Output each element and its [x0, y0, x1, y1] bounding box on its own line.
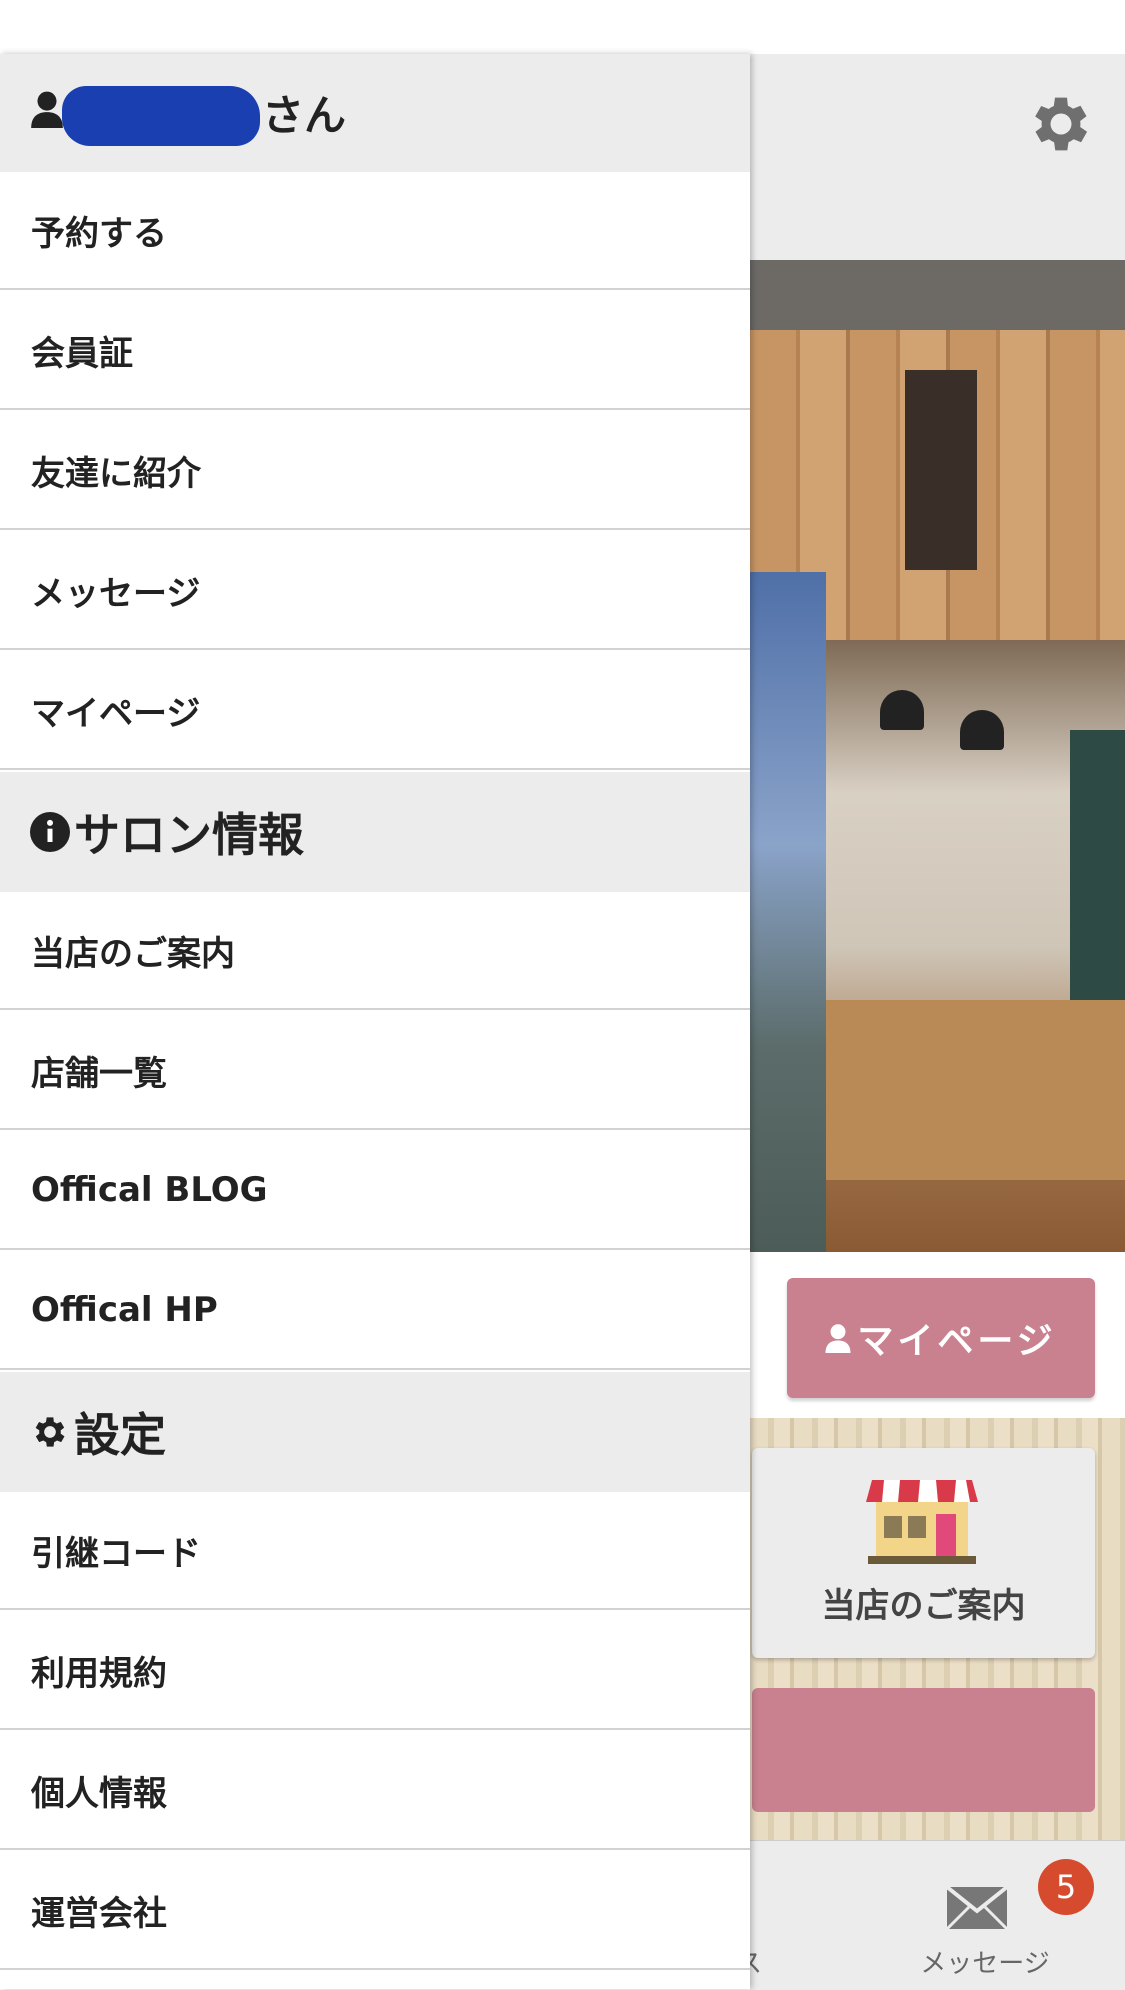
store-card-label: 当店のご案内: [821, 1586, 1026, 1626]
menu-item-label: 会員証: [31, 333, 133, 374]
pink-banner-button[interactable]: [752, 1688, 1095, 1812]
menu-item-label: マイページ: [31, 693, 201, 734]
person-icon: [825, 1324, 851, 1353]
user-name-suffix: さん: [262, 91, 347, 140]
menu-item-label: Offical BLOG: [31, 1170, 268, 1210]
menu-item-operating-company[interactable]: 運営会社: [0, 1852, 750, 1970]
menu-item-label: Offical HP: [31, 1290, 218, 1330]
menu-item-official-hp[interactable]: Offical HP: [0, 1252, 750, 1370]
menu-item-transfer-code[interactable]: 引継コード: [0, 1492, 750, 1610]
store-info-card[interactable]: 当店のご案内: [752, 1448, 1095, 1658]
bottom-tab-bar: ス メッセージ 5: [736, 1840, 1125, 1990]
menu-item-label: 予約する: [31, 213, 167, 254]
menu-item-label: 利用規約: [31, 1653, 167, 1694]
menu-item-label: 引継コード: [31, 1533, 201, 1574]
status-bar: [0, 0, 1125, 54]
menu-item-label: 運営会社: [31, 1893, 167, 1934]
menu-item-official-blog[interactable]: Offical BLOG: [0, 1132, 750, 1250]
menu-item-invite-friend[interactable]: 友達に紹介: [0, 412, 750, 530]
menu-item-label: 当店のご案内: [31, 933, 235, 974]
menu-item-label: 個人情報: [31, 1773, 167, 1814]
message-count-badge: 5: [1038, 1859, 1094, 1915]
settings-gear-icon[interactable]: [1025, 88, 1097, 160]
menu-item-messages[interactable]: メッセージ: [0, 532, 750, 650]
envelope-icon[interactable]: [945, 1885, 1009, 1931]
tab-message-label[interactable]: メッセージ: [910, 1943, 1060, 1980]
section-header-salon-info: サロン情報: [0, 772, 750, 892]
mypage-button-label: マイページ: [857, 1321, 1057, 1362]
salon-photo: [750, 260, 1125, 1252]
user-header: さん: [0, 54, 750, 172]
redacted-username: [62, 86, 260, 146]
menu-item-label: 店舗一覧: [31, 1053, 167, 1094]
menu-item-label: 友達に紹介: [31, 453, 201, 494]
menu-item-store-list[interactable]: 店舗一覧: [0, 1012, 750, 1130]
section-title: サロン情報: [74, 808, 304, 862]
gear-icon: [35, 1417, 65, 1447]
menu-item-reserve[interactable]: 予約する: [0, 172, 750, 290]
info-circle-icon: [30, 812, 70, 852]
menu-item-store-info[interactable]: 当店のご案内: [0, 892, 750, 1010]
menu-item-mypage[interactable]: マイページ: [0, 652, 750, 770]
section-title: 設定: [74, 1408, 166, 1462]
menu-item-label: メッセージ: [31, 573, 201, 614]
person-icon: [31, 91, 63, 128]
store-icon: [866, 1480, 978, 1564]
mypage-button[interactable]: マイページ: [787, 1278, 1095, 1398]
menu-item-privacy[interactable]: 個人情報: [0, 1732, 750, 1850]
menu-item-member-card[interactable]: 会員証: [0, 292, 750, 410]
menu-item-terms[interactable]: 利用規約: [0, 1612, 750, 1730]
section-header-settings: 設定: [0, 1372, 750, 1492]
side-drawer: さん 予約する 会員証 友達に紹介 メッセージ マイページ サロン情報 当店のご…: [0, 54, 750, 1989]
